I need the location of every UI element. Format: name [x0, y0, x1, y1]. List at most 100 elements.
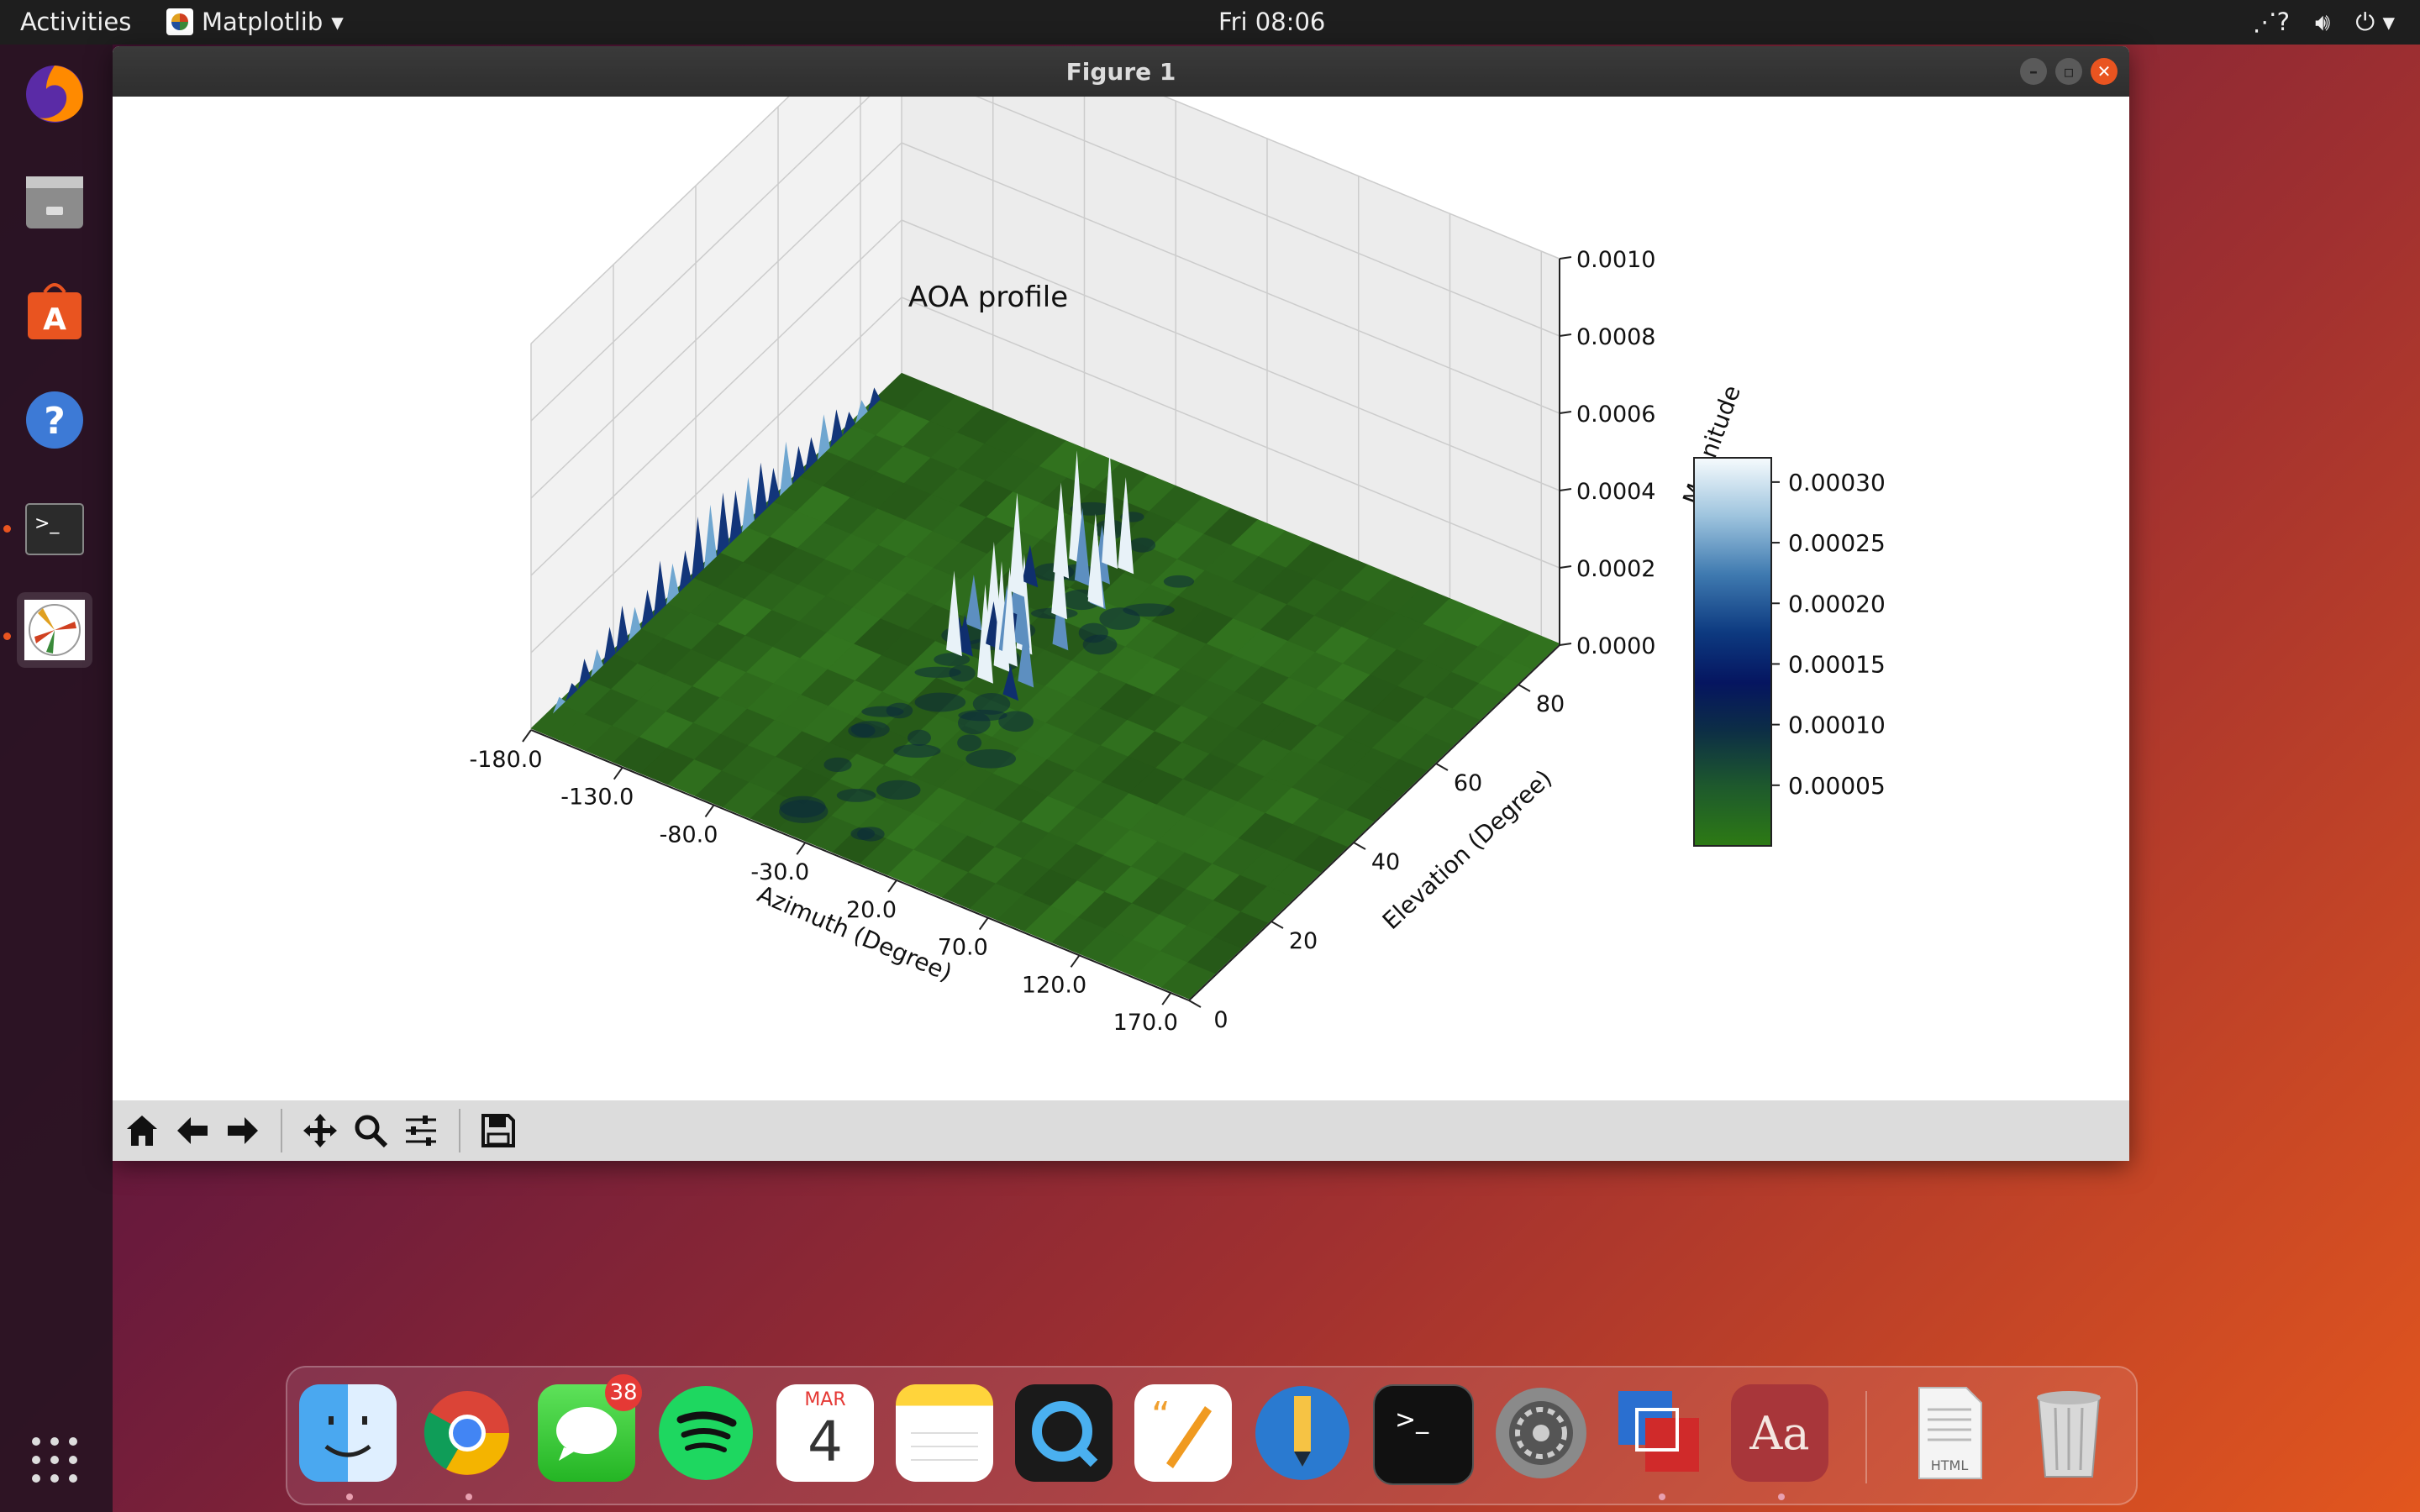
software-icon[interactable]: A [17, 273, 92, 349]
x-tick [887, 879, 897, 893]
y-tick-label: 0 [1213, 1007, 1228, 1033]
svg-text:“: “ [1151, 1394, 1171, 1437]
home-icon[interactable] [119, 1108, 165, 1153]
chrome-icon[interactable] [418, 1384, 516, 1482]
y-tick-label: 20 [1289, 928, 1318, 954]
html-file-icon[interactable]: HTML [1901, 1384, 1998, 1482]
y-tick-label: 80 [1536, 691, 1565, 717]
surface-ridge [1128, 538, 1156, 553]
matplotlib-icon [166, 8, 193, 35]
terminal-icon[interactable]: >_ [17, 491, 92, 567]
surface-ridge [1163, 575, 1195, 588]
z-tick [1559, 256, 1572, 260]
colorbar-tick-label: 0.00030 [1788, 469, 1886, 496]
x-tick-label: -30.0 [750, 859, 809, 885]
system-preferences-icon[interactable] [1492, 1384, 1590, 1482]
finder-icon[interactable] [299, 1384, 397, 1482]
z-tick-label: 0.0006 [1576, 402, 1655, 428]
z-tick [1559, 411, 1572, 414]
forward-icon[interactable] [220, 1108, 266, 1153]
toolbar-separator [459, 1109, 460, 1152]
dictionary-icon[interactable]: Aa [1731, 1384, 1828, 1482]
app-menu[interactable]: Matplotlib ▾ [166, 8, 344, 36]
x-tick-label: -130.0 [560, 785, 634, 811]
save-icon[interactable] [476, 1108, 521, 1153]
surface-ridge [886, 702, 913, 719]
x-tick [522, 729, 532, 743]
bottom-dock: 38 MAR 4 “ >_ Aa HTML [286, 1366, 2138, 1505]
colorbar-tick-label: 0.00025 [1788, 529, 1886, 557]
y-tick [1353, 842, 1366, 850]
x-tick-label: -180.0 [469, 747, 542, 773]
surface-ridge [893, 743, 941, 759]
terminal-dock-icon[interactable]: >_ [1373, 1384, 1474, 1485]
ubuntu-dock: A ? >_ [0, 45, 113, 1512]
chevron-down-icon: ▾ [331, 8, 344, 36]
y-tick-label: 60 [1454, 770, 1482, 796]
volume-icon[interactable]: 🔊︎ [2315, 8, 2330, 37]
configure-icon[interactable] [398, 1108, 444, 1153]
calendar-day: 4 [808, 1410, 843, 1474]
maximize-button[interactable]: ▫ [2055, 58, 2082, 85]
window-titlebar[interactable]: Figure 1 – ▫ ✕ [113, 46, 2129, 97]
x-tick-label: 120.0 [1022, 972, 1086, 998]
z-tick-label: 0.0004 [1576, 479, 1655, 505]
colorbar-tick-label: 0.00005 [1788, 772, 1886, 800]
messages-badge: 38 [605, 1374, 642, 1411]
surface-ridge [908, 729, 932, 746]
chart-title: AOA profile [908, 281, 1068, 314]
network-icon[interactable]: ⋰? [2253, 8, 2290, 37]
window-title: Figure 1 [1065, 57, 1176, 86]
matplotlib-app-icon[interactable] [17, 592, 92, 668]
firefox-icon[interactable] [17, 55, 92, 130]
x-tick [978, 917, 989, 931]
system-tray[interactable]: ⋰? 🔊︎ ⏻ ▾ [2253, 8, 2395, 37]
spotify-icon[interactable] [657, 1384, 755, 1482]
surface-ridge [949, 664, 976, 682]
files-icon[interactable] [17, 164, 92, 239]
svg-text:>_: >_ [1395, 1405, 1429, 1435]
z-tick-label: 0.0000 [1576, 633, 1655, 659]
surface-ridge [958, 709, 1007, 722]
y-tick-label: 40 [1371, 849, 1400, 875]
toolbar-separator [281, 1109, 282, 1152]
surface-ridge [1123, 603, 1175, 617]
y-tick [1188, 1000, 1202, 1008]
minimize-button[interactable]: – [2020, 58, 2047, 85]
messages-icon[interactable]: 38 [538, 1374, 642, 1482]
trash-icon[interactable] [2020, 1384, 2118, 1482]
quicktime-icon[interactable] [1015, 1384, 1113, 1482]
svg-text:?: ? [44, 400, 66, 443]
x-tick [1161, 992, 1172, 1005]
y-tick [1518, 684, 1531, 692]
figure-window: Figure 1 – ▫ ✕ -180.0 -130.0 -80.0 -30.0… [113, 46, 2129, 1161]
surface-ridge [914, 692, 966, 712]
back-icon[interactable] [170, 1108, 215, 1153]
vmware-icon[interactable] [1612, 1384, 1709, 1482]
activities-button[interactable]: Activities [20, 8, 131, 36]
pages-icon[interactable]: “ [1134, 1384, 1232, 1482]
matplotlib-toolbar [113, 1100, 2129, 1161]
calendar-month: MAR [804, 1389, 846, 1410]
figure-canvas[interactable]: -180.0 -130.0 -80.0 -30.0 20.0 70.0 120.0 170.0… [113, 46, 2129, 1149]
dock-separator [1865, 1391, 1867, 1483]
surface-plot[interactable]: -180.0-130.0-80.0-30.020.070.0120.0170.0… [113, 46, 2129, 1149]
pan-icon[interactable] [297, 1108, 343, 1153]
close-button[interactable]: ✕ [2091, 58, 2118, 85]
calendar-icon[interactable]: MAR 4 [776, 1384, 874, 1482]
x-tick [1070, 954, 1081, 968]
surface-ridge [823, 757, 852, 773]
help-icon[interactable]: ? [17, 382, 92, 458]
zoom-icon[interactable] [348, 1108, 393, 1153]
z-tick [1559, 333, 1572, 337]
show-applications-icon[interactable] [17, 1422, 92, 1498]
dictionary-label: Aa [1749, 1406, 1810, 1460]
power-icon[interactable]: ⏻ ▾ [2355, 8, 2395, 37]
top-bar: Activities Matplotlib ▾ Fri 08:06 ⋰? 🔊︎ … [0, 0, 2420, 45]
pencil-app-icon[interactable] [1254, 1384, 1351, 1482]
x-tick-label: -80.0 [660, 822, 718, 848]
notes-icon[interactable] [896, 1384, 993, 1482]
z-tick [1559, 643, 1572, 646]
clock[interactable]: Fri 08:06 [1218, 8, 1325, 36]
z-tick-label: 0.0010 [1576, 247, 1655, 273]
